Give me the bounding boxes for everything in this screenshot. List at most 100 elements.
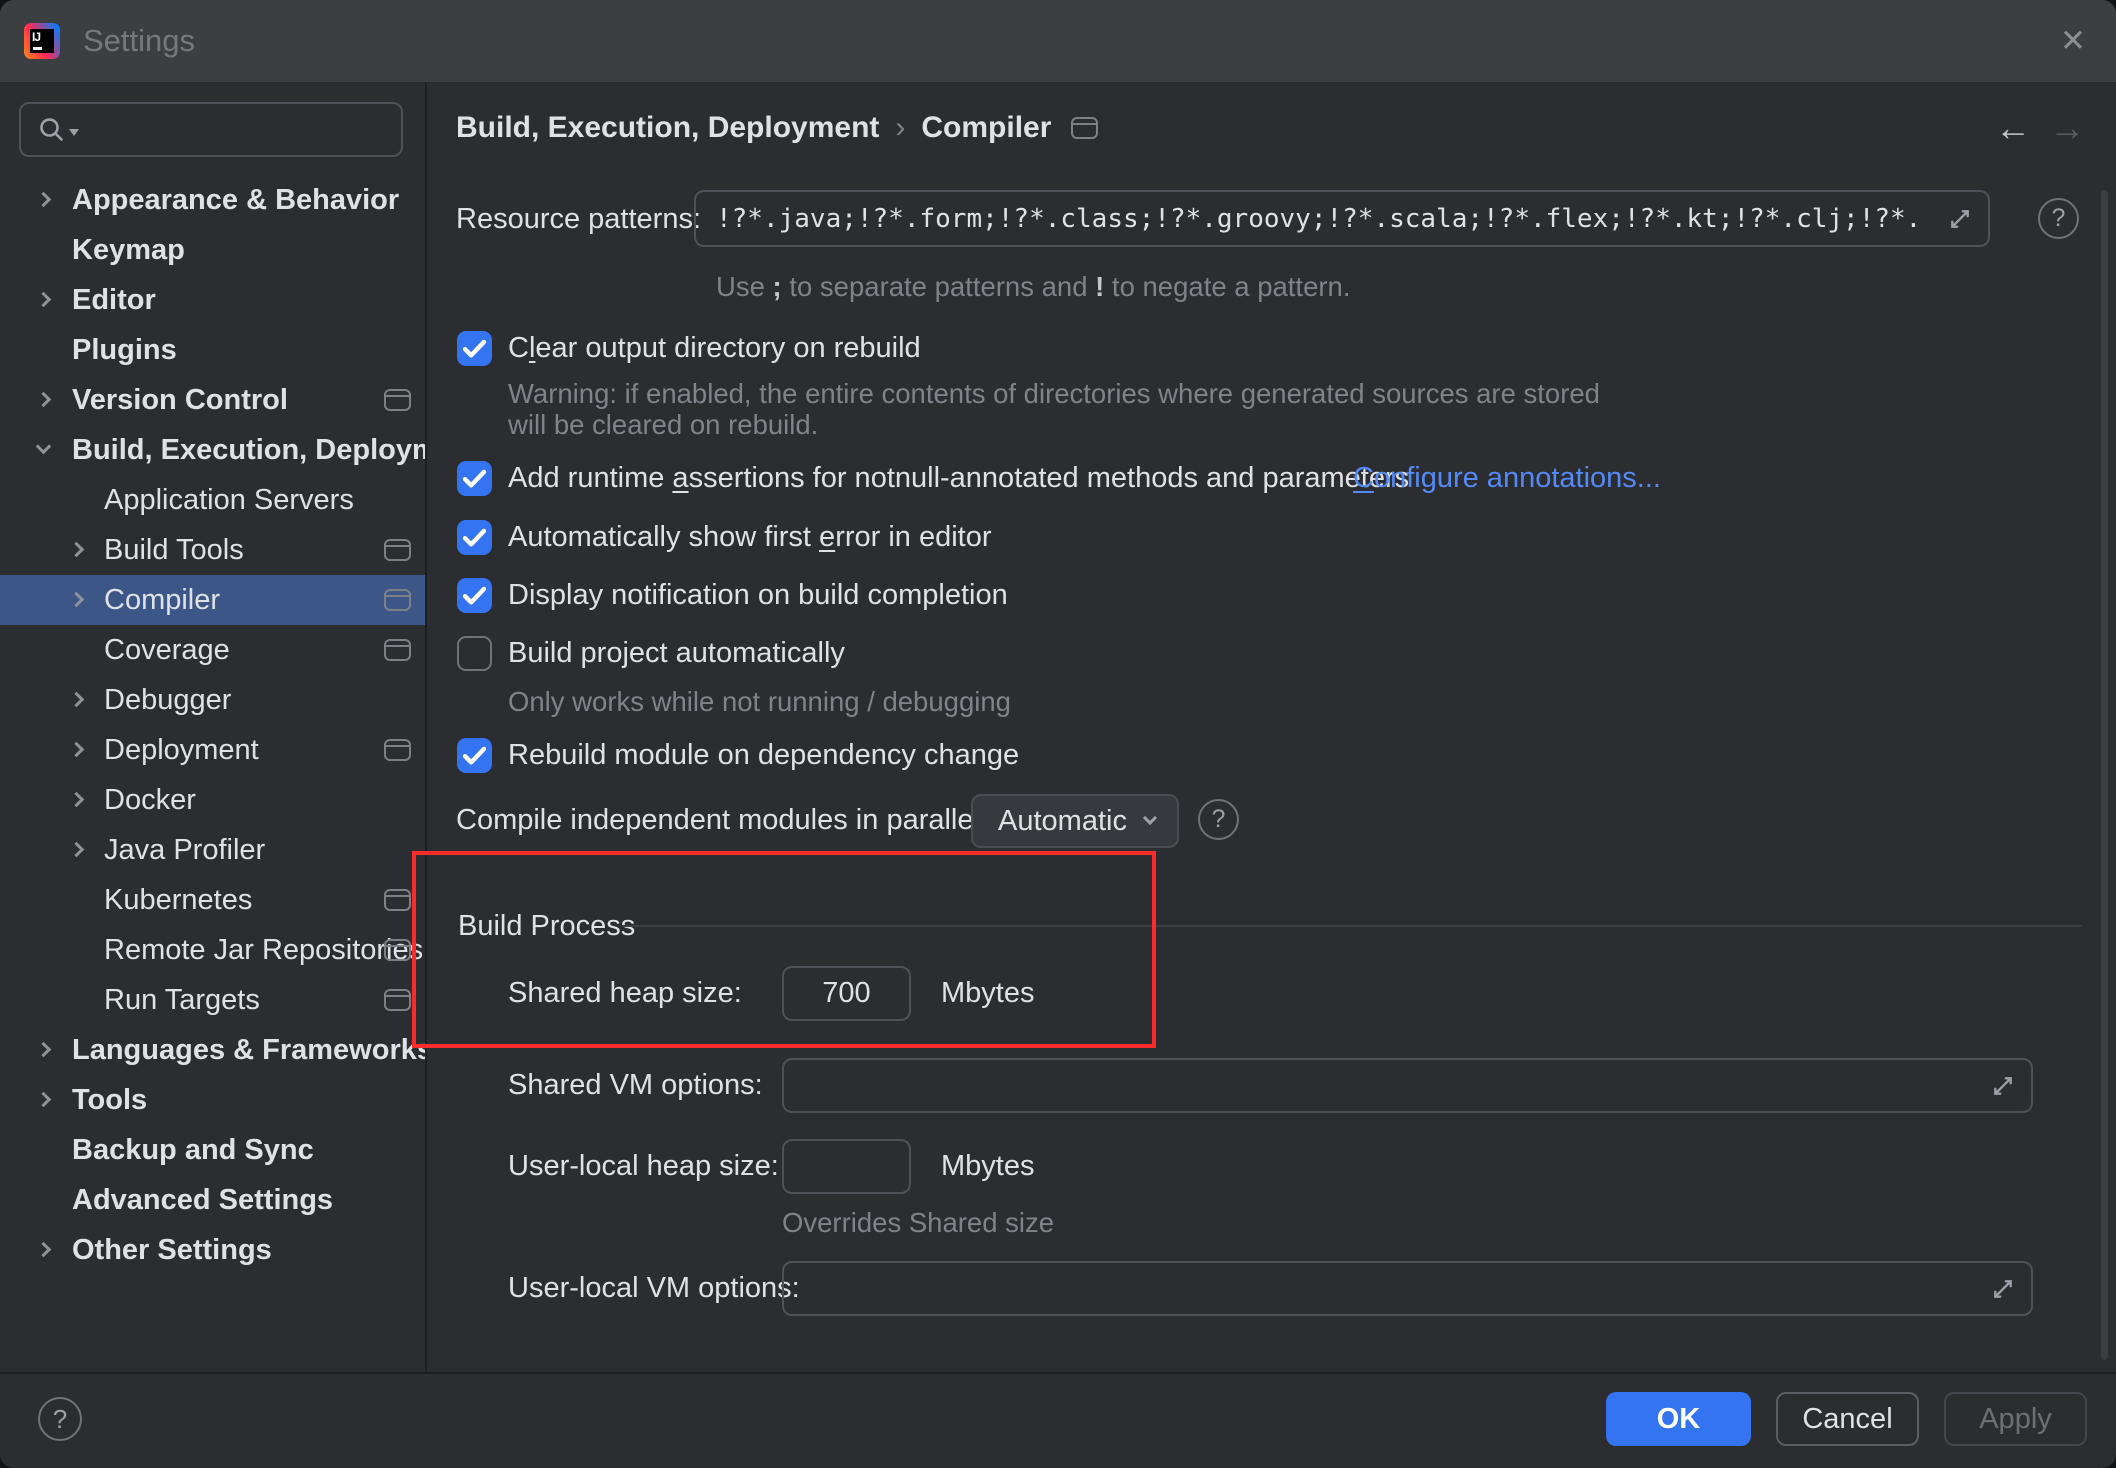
breadcrumb-current: Compiler [921, 111, 1051, 145]
expand-field-icon[interactable] [1946, 205, 1974, 233]
chevron-right-icon[interactable] [36, 292, 52, 308]
chevron-right-icon[interactable] [36, 1042, 52, 1058]
chevron-right-icon[interactable] [69, 592, 85, 608]
rebuild-module-checkbox[interactable] [457, 738, 492, 773]
option-row: Add runtime assertions for notnull-annot… [429, 461, 2116, 496]
show-first-error-label[interactable]: Automatically show first error in editor [508, 520, 992, 555]
close-icon[interactable]: ✕ [2048, 16, 2098, 66]
sidebar-item-build-execution-deployme[interactable]: Build, Execution, Deployme [0, 425, 425, 475]
search-options-caret-icon[interactable] [69, 129, 79, 136]
search-box[interactable] [19, 102, 403, 157]
clear-output-checkbox[interactable] [457, 331, 492, 366]
checkmark-icon [457, 520, 492, 555]
sidebar-item-editor[interactable]: Editor [0, 275, 425, 325]
sidebar-item-keymap[interactable]: Keymap [0, 225, 425, 275]
sidebar-item-label: Languages & Frameworks [72, 1025, 425, 1075]
show-first-error-checkbox[interactable] [457, 520, 492, 555]
breadcrumb-separator-icon: › [895, 111, 905, 145]
sidebar-item-compiler[interactable]: Compiler [0, 575, 425, 625]
parallel-compile-value: Automatic [998, 805, 1127, 838]
display-notification-label[interactable]: Display notification on build completion [508, 578, 1008, 613]
logo-dash [33, 47, 42, 50]
breadcrumb: Build, Execution, Deployment › Compiler [456, 110, 1098, 146]
sidebar-item-label: Deployment [104, 725, 259, 775]
sidebar-item-application-servers[interactable]: Application Servers [0, 475, 425, 525]
vertical-scrollbar[interactable] [2101, 190, 2108, 1360]
clear-output-label[interactable]: Clear output directory on rebuild [508, 331, 921, 366]
chevron-right-icon[interactable] [36, 392, 52, 408]
sidebar-item-docker[interactable]: Docker [0, 775, 425, 825]
sidebar-item-label: Coverage [104, 625, 230, 675]
settings-panel-icon [384, 939, 411, 961]
sidebar-item-other-settings[interactable]: Other Settings [0, 1225, 425, 1275]
sidebar-item-label: Java Profiler [104, 825, 265, 875]
expand-field-icon[interactable] [1989, 1275, 2017, 1303]
sidebar-item-tools[interactable]: Tools [0, 1075, 425, 1125]
sidebar-item-label: Debugger [104, 675, 231, 725]
sidebar-item-appearance-behavior[interactable]: Appearance & Behavior [0, 175, 425, 225]
resource-patterns-input[interactable] [694, 190, 1990, 247]
apply-button[interactable]: Apply [1944, 1392, 2087, 1446]
shared-vm-options-input[interactable] [782, 1058, 2033, 1113]
sidebar-item-label: Application Servers [104, 475, 354, 525]
sidebar-item-advanced-settings[interactable]: Advanced Settings [0, 1175, 425, 1225]
sidebar-item-debugger[interactable]: Debugger [0, 675, 425, 725]
configure-annotations-link[interactable]: Configure annotations... [1353, 461, 1661, 496]
breadcrumb-parent[interactable]: Build, Execution, Deployment [456, 111, 879, 145]
user-heap-input[interactable] [782, 1139, 911, 1194]
sidebar-item-label: Keymap [72, 225, 185, 275]
chevron-right-icon[interactable] [69, 792, 85, 808]
checkmark-icon [457, 578, 492, 613]
sidebar-item-remote-jar-repositories[interactable]: Remote Jar Repositories [0, 925, 425, 975]
help-icon[interactable]: ? [2038, 198, 2079, 239]
sidebar-item-build-tools[interactable]: Build Tools [0, 525, 425, 575]
settings-dialog: IJ Settings ✕ Appearance & BehaviorKeyma… [0, 0, 2116, 1468]
sidebar-item-label: Backup and Sync [72, 1125, 314, 1175]
sidebar-item-coverage[interactable]: Coverage [0, 625, 425, 675]
user-vm-options-input[interactable] [782, 1261, 2033, 1316]
build-automatically-label[interactable]: Build project automatically [508, 636, 845, 671]
chevron-right-icon[interactable] [36, 1092, 52, 1108]
sidebar-item-run-targets[interactable]: Run Targets [0, 975, 425, 1025]
option-row: Automatically show first error in editor [429, 520, 2116, 555]
sidebar-item-backup-and-sync[interactable]: Backup and Sync [0, 1125, 425, 1175]
chevron-right-icon[interactable] [69, 742, 85, 758]
window-title: Settings [83, 0, 195, 82]
build-automatically-checkbox[interactable] [457, 636, 492, 671]
settings-panel-icon [384, 639, 411, 661]
build-automatically-hint: Only works while not running / debugging [508, 686, 1011, 717]
sidebar-item-label: Other Settings [72, 1225, 272, 1275]
runtime-assertions-label[interactable]: Add runtime assertions for notnull-annot… [508, 461, 1409, 496]
sidebar-item-plugins[interactable]: Plugins [0, 325, 425, 375]
footer-bar: ? OK Cancel Apply [0, 1372, 2116, 1468]
chevron-right-icon[interactable] [69, 542, 85, 558]
settings-panel-icon [384, 889, 411, 911]
chevron-right-icon[interactable] [36, 1242, 52, 1258]
help-icon[interactable]: ? [38, 1397, 82, 1441]
back-arrow-icon[interactable]: ← [1995, 108, 2031, 148]
settings-panel-icon [1071, 117, 1098, 139]
settings-panel-icon [384, 389, 411, 411]
runtime-assertions-checkbox[interactable] [457, 461, 492, 496]
expand-field-icon[interactable] [1989, 1072, 2017, 1100]
shared-vm-options-label: Shared VM options: [508, 1068, 763, 1103]
chevron-right-icon[interactable] [69, 842, 85, 858]
sidebar-item-languages-frameworks[interactable]: Languages & Frameworks [0, 1025, 425, 1075]
parallel-compile-select[interactable]: Automatic [971, 794, 1179, 848]
search-input[interactable] [89, 114, 401, 146]
cancel-button[interactable]: Cancel [1776, 1392, 1919, 1446]
chevron-right-icon[interactable] [36, 192, 52, 208]
sidebar-item-deployment[interactable]: Deployment [0, 725, 425, 775]
chevron-right-icon[interactable] [69, 692, 85, 708]
display-notification-checkbox[interactable] [457, 578, 492, 613]
sidebar-item-kubernetes[interactable]: Kubernetes [0, 875, 425, 925]
sidebar-item-java-profiler[interactable]: Java Profiler [0, 825, 425, 875]
user-heap-label: User-local heap size: [508, 1149, 779, 1184]
chevron-down-icon[interactable] [36, 439, 52, 455]
sidebar-item-version-control[interactable]: Version Control [0, 375, 425, 425]
checkmark-icon [457, 461, 492, 496]
rebuild-module-label[interactable]: Rebuild module on dependency change [508, 738, 1019, 773]
ok-button[interactable]: OK [1606, 1392, 1751, 1446]
intellij-logo-icon: IJ [24, 23, 60, 59]
help-icon[interactable]: ? [1198, 799, 1239, 840]
